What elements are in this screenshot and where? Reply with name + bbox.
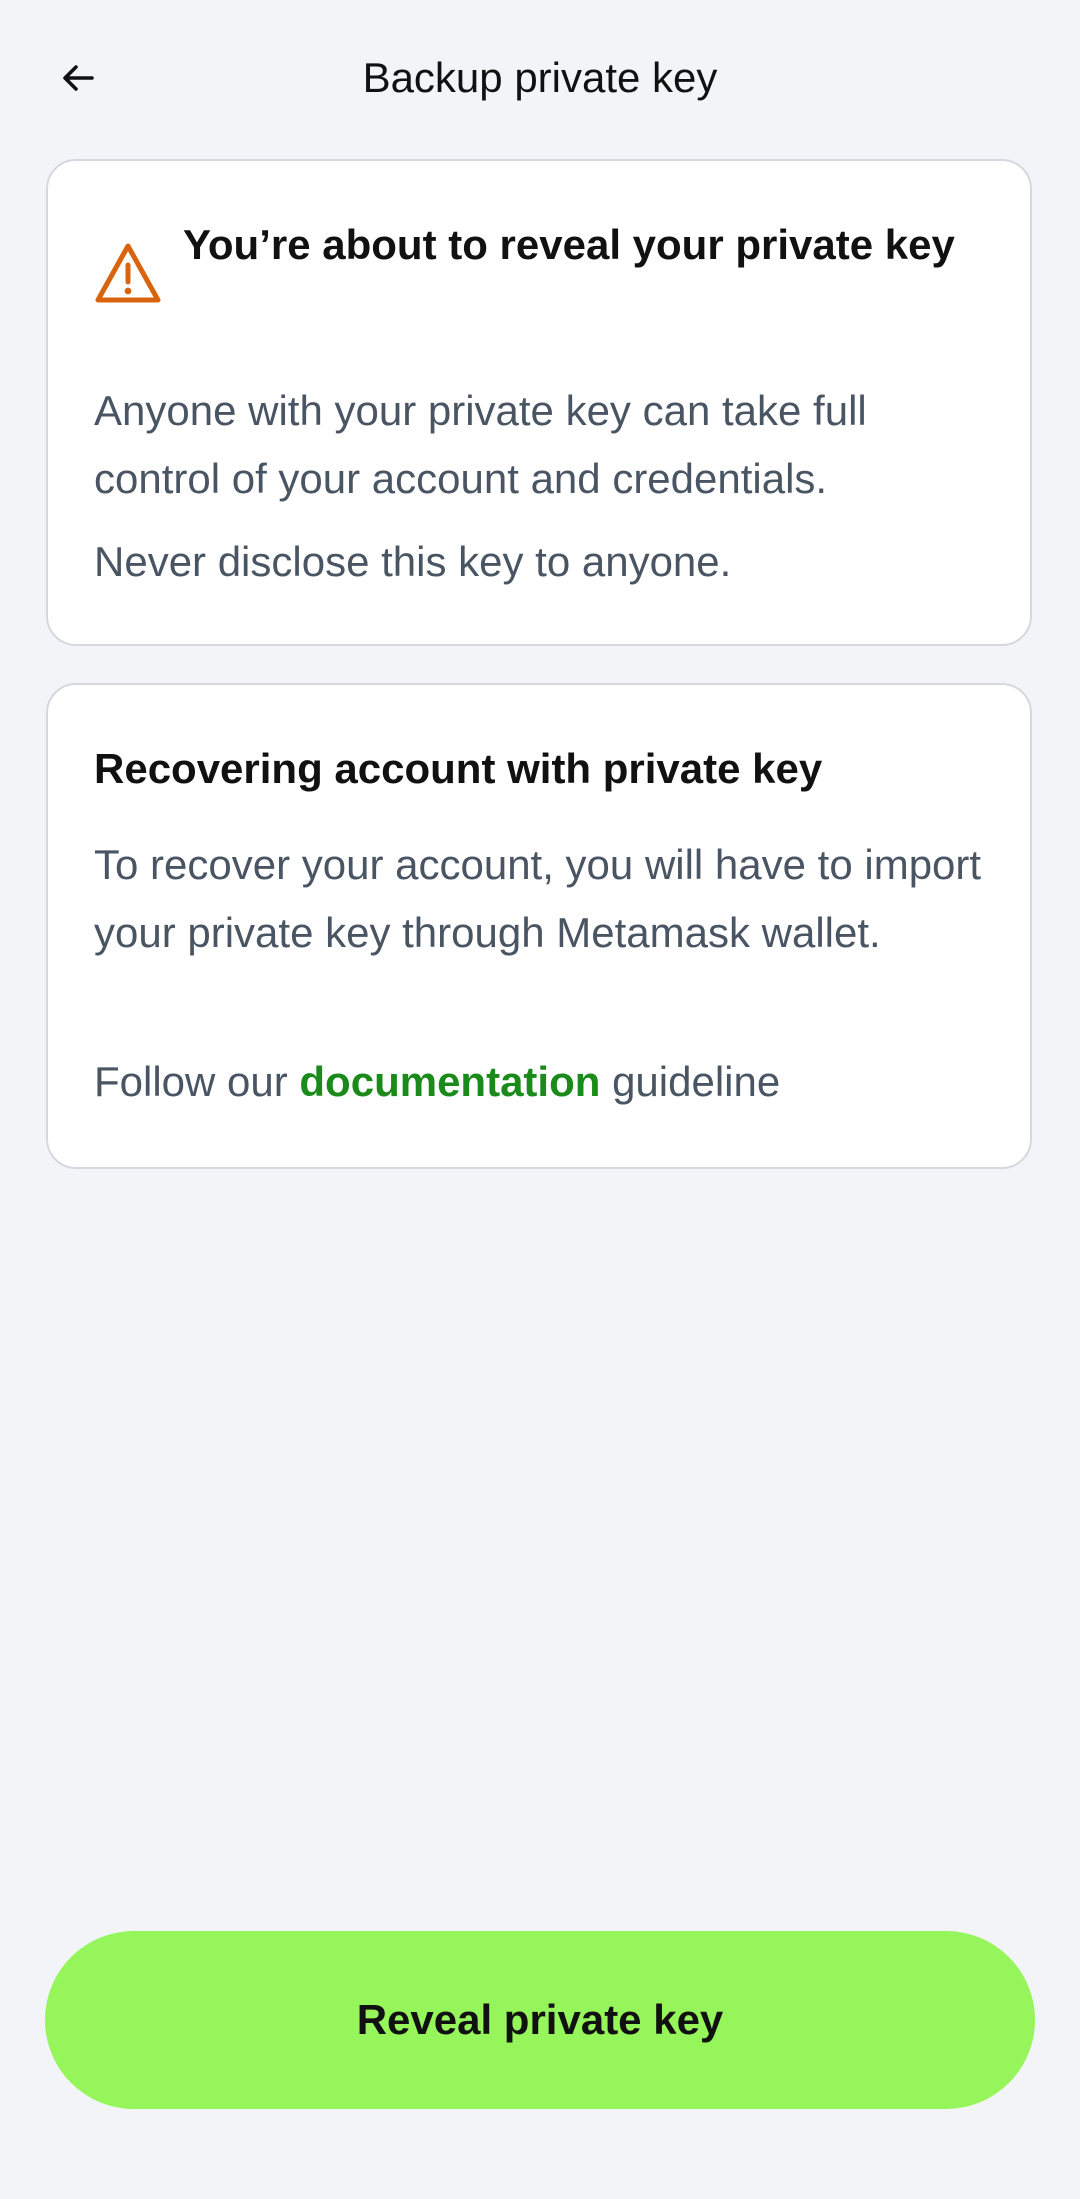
documentation-line: Follow our documentation guideline — [94, 1048, 994, 1116]
recovery-body-text: To recover your account, you will have t… — [94, 841, 982, 956]
warning-triangle-icon — [95, 243, 161, 303]
warning-card: You’re about to reveal your private key … — [46, 159, 1032, 646]
documentation-prefix: Follow our — [94, 1058, 300, 1105]
warning-body-text: Anyone with your private key can take fu… — [94, 387, 867, 502]
warning-never-disclose-text: Never disclose this key to anyone. — [94, 538, 732, 585]
warning-title: You’re about to reveal your private key — [183, 221, 955, 268]
recovery-info-card: Recovering account with private key To r… — [46, 683, 1032, 1169]
page-title: Backup private key — [362, 54, 718, 101]
recovery-title: Recovering account with private key — [94, 745, 823, 792]
documentation-suffix: guideline — [600, 1058, 781, 1105]
top-app-bar: Backup private key — [0, 0, 1080, 160]
reveal-private-key-button[interactable]: Reveal private key — [45, 1931, 1035, 2109]
documentation-link[interactable]: documentation — [299, 1058, 600, 1105]
